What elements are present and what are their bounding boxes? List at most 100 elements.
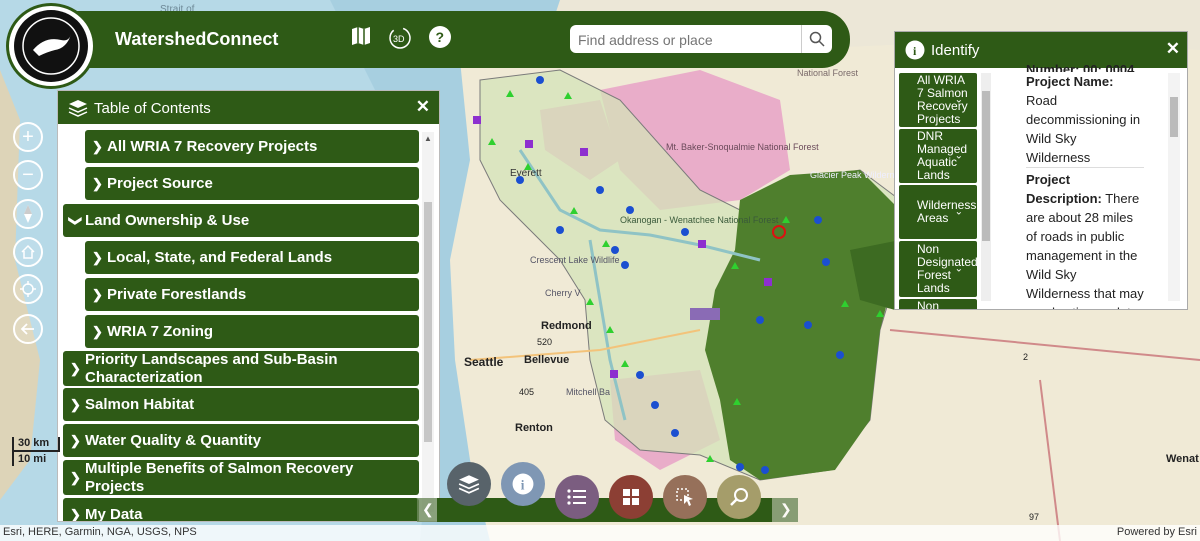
project-dot[interactable] bbox=[836, 351, 844, 359]
identify-close-button[interactable]: ✕ bbox=[1166, 39, 1180, 59]
chevron-right-icon: ❯ bbox=[70, 360, 81, 376]
map-label-okanogan: Okanogan - Wenatchee National Forest bbox=[620, 215, 779, 225]
project-dot[interactable] bbox=[621, 261, 629, 269]
highway-2-label: 2 bbox=[1023, 352, 1028, 362]
toc-item-local-state-federal[interactable]: ❯ Local, State, and Federal Lands bbox=[85, 241, 419, 274]
map-label-mitchell-bay: Mitchell Ba bbox=[566, 387, 610, 397]
project-dot[interactable] bbox=[736, 463, 744, 471]
info-button[interactable]: i bbox=[501, 462, 545, 506]
chevron-right-icon: ❯ bbox=[70, 432, 81, 448]
project-square[interactable] bbox=[525, 140, 533, 148]
back-button[interactable] bbox=[13, 314, 43, 344]
chevron-down-icon: ⌄ bbox=[954, 206, 963, 218]
project-square[interactable] bbox=[698, 240, 706, 248]
identify-content-scrollbar-thumb[interactable] bbox=[1170, 97, 1178, 137]
grid-icon bbox=[623, 489, 639, 505]
map-label-redmond: Redmond bbox=[541, 320, 592, 332]
search-input[interactable] bbox=[576, 29, 800, 51]
identify-content-scrollbar[interactable] bbox=[1168, 73, 1180, 301]
toc-item-water-quality[interactable]: ❯ Water Quality & Quantity bbox=[63, 424, 419, 457]
toc-close-button[interactable]: ✕ bbox=[416, 97, 430, 117]
project-dot[interactable] bbox=[611, 246, 619, 254]
scale-bar: 30 km 10 mi bbox=[12, 437, 60, 466]
project-square[interactable] bbox=[764, 278, 772, 286]
search-icon bbox=[809, 31, 825, 47]
select-tool-button[interactable] bbox=[663, 475, 707, 519]
identify-tabs-scrollbar[interactable] bbox=[981, 73, 991, 301]
home-icon bbox=[21, 244, 35, 259]
zoom-search-icon bbox=[730, 488, 748, 506]
project-dot[interactable] bbox=[556, 226, 564, 234]
chevron-down-icon: ❯ bbox=[68, 215, 84, 226]
identify-tab-dnr-aquatic[interactable]: DNR Managed Aquatic Lands ⌄ bbox=[899, 129, 977, 183]
compass-button[interactable] bbox=[13, 199, 43, 229]
svg-text:?: ? bbox=[436, 29, 445, 45]
highway-405-label: 405 bbox=[519, 387, 534, 397]
project-square[interactable] bbox=[473, 116, 481, 124]
scroll-up-arrow-icon[interactable]: ▲ bbox=[424, 134, 432, 143]
logo-seal bbox=[14, 10, 88, 82]
chevron-right-icon: ❯ bbox=[70, 396, 81, 412]
help-icon[interactable]: ? bbox=[428, 25, 452, 49]
chevron-left-icon: ❮ bbox=[422, 501, 434, 517]
project-dot[interactable] bbox=[814, 216, 822, 224]
map-label-cherry-valley: Cherry V bbox=[545, 288, 581, 298]
project-dot[interactable] bbox=[671, 429, 679, 437]
project-dot[interactable] bbox=[636, 371, 644, 379]
toc-item-wria7-zoning[interactable]: ❯ WRIA 7 Zoning bbox=[85, 315, 419, 348]
project-square[interactable] bbox=[610, 370, 618, 378]
toc-scrollbar-thumb[interactable] bbox=[424, 202, 432, 442]
toc-item-all-wria7[interactable]: ❯ All WRIA 7 Recovery Projects bbox=[85, 130, 419, 163]
project-dot[interactable] bbox=[651, 401, 659, 409]
project-dot[interactable] bbox=[756, 316, 764, 324]
locate-button[interactable] bbox=[13, 274, 43, 304]
basemap-gallery-button[interactable] bbox=[609, 475, 653, 519]
project-dot[interactable] bbox=[536, 76, 544, 84]
project-dot[interactable] bbox=[761, 466, 769, 474]
toc-item-multiple-benefits[interactable]: ❯ Multiple Benefits of Salmon Recovery Pr… bbox=[63, 460, 419, 495]
project-square[interactable] bbox=[580, 148, 588, 156]
toolbar-next-button[interactable]: ❯ bbox=[772, 498, 798, 522]
list-icon bbox=[567, 489, 586, 505]
chevron-right-icon: ❯ bbox=[70, 506, 81, 522]
toc-item-my-data[interactable]: ❯ My Data bbox=[63, 498, 419, 522]
search-tool-button[interactable] bbox=[717, 475, 761, 519]
chevron-down-icon: ⌄ bbox=[954, 94, 963, 106]
project-dot[interactable] bbox=[596, 186, 604, 194]
project-dot[interactable] bbox=[681, 228, 689, 236]
legend-list-button[interactable] bbox=[555, 475, 599, 519]
scale-mi: 10 mi bbox=[12, 452, 54, 466]
toc-item-private-forestlands[interactable]: ❯ Private Forestlands bbox=[85, 278, 419, 311]
identify-tab-non[interactable]: Non bbox=[899, 299, 977, 309]
layers-button[interactable] bbox=[447, 462, 491, 506]
project-dot[interactable] bbox=[626, 206, 634, 214]
map-label-seattle: Seattle bbox=[464, 355, 504, 369]
3d-icon[interactable]: 3D bbox=[387, 25, 411, 49]
logo-bird-icon bbox=[22, 17, 80, 75]
home-button[interactable] bbox=[13, 237, 43, 267]
toc-header: Table of Contents ✕ bbox=[58, 91, 439, 124]
identify-tab-wria7[interactable]: All WRIA 7 Salmon Recovery Projects ⌄ bbox=[899, 73, 977, 127]
info-icon: i bbox=[905, 40, 925, 60]
project-dot[interactable] bbox=[804, 321, 812, 329]
toc-item-project-source[interactable]: ❯ Project Source bbox=[85, 167, 419, 200]
project-dot[interactable] bbox=[822, 258, 830, 266]
toc-item-priority-landscapes[interactable]: ❯ Priority Landscapes and Sub-Basin Chara… bbox=[63, 351, 419, 386]
toc-scrollbar[interactable]: ▲ bbox=[422, 132, 434, 512]
zoom-out-button[interactable]: − bbox=[13, 160, 43, 190]
zoom-in-button[interactable]: + bbox=[13, 122, 43, 152]
chevron-right-icon: ❯ bbox=[92, 138, 103, 154]
identify-tab-non-designated[interactable]: Non Designated Forest Lands ⌄ bbox=[899, 241, 977, 297]
identify-tabs-scrollbar-thumb[interactable] bbox=[982, 91, 990, 241]
identify-tab-wilderness[interactable]: Wilderness Areas ⌄ bbox=[899, 185, 977, 239]
map-icon[interactable] bbox=[350, 25, 374, 49]
select-icon bbox=[676, 488, 693, 506]
search-button[interactable] bbox=[801, 25, 832, 53]
toc-item-land-ownership[interactable]: ❯ Land Ownership & Use bbox=[63, 204, 419, 237]
map-label-bellevue: Bellevue bbox=[524, 354, 569, 366]
toc-item-salmon-habitat[interactable]: ❯ Salmon Habitat bbox=[63, 388, 419, 421]
powered-by-esri[interactable]: Powered by Esri bbox=[1117, 526, 1197, 538]
chevron-right-icon: ❯ bbox=[92, 249, 103, 265]
identify-panel: i Identify ✕ All WRIA 7 Salmon Recovery … bbox=[894, 31, 1188, 310]
toolbar-prev-button[interactable]: ❮ bbox=[417, 498, 437, 522]
